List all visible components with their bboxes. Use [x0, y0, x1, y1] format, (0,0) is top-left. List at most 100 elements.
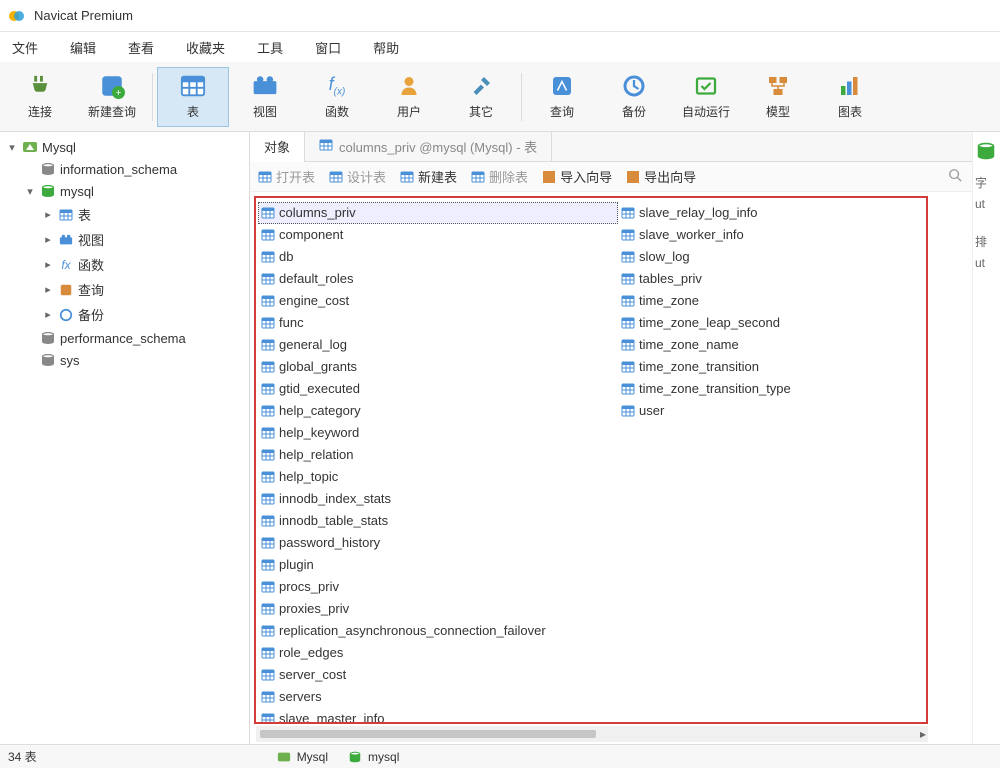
- menu-file[interactable]: 文件: [8, 34, 42, 61]
- twisty-right-icon[interactable]: ▸: [42, 258, 54, 271]
- tree-connection-mysql[interactable]: ▾ Mysql: [0, 136, 249, 158]
- query-button[interactable]: 查询: [526, 67, 598, 127]
- table-button[interactable]: 表: [157, 67, 229, 127]
- open-table-button[interactable]: 打开表: [258, 167, 315, 186]
- database-icon: [40, 330, 56, 346]
- design-table-button[interactable]: 设计表: [329, 167, 386, 186]
- table-item[interactable]: db: [258, 246, 618, 268]
- table-item[interactable]: help_topic: [258, 466, 618, 488]
- tree-item-backups[interactable]: ▸ 备份: [0, 302, 249, 327]
- table-icon: [319, 138, 333, 155]
- menu-tool[interactable]: 工具: [253, 34, 287, 61]
- twisty-right-icon[interactable]: ▸: [42, 283, 54, 296]
- function-label: 函数: [325, 103, 349, 120]
- table-item[interactable]: user: [618, 400, 928, 422]
- menu-favorite[interactable]: 收藏夹: [182, 34, 229, 61]
- table-item[interactable]: func: [258, 312, 618, 334]
- table-item[interactable]: servers: [258, 686, 618, 708]
- view-button[interactable]: 视图: [229, 67, 301, 127]
- tree-item-tables[interactable]: ▸ 表: [0, 202, 249, 227]
- table-item[interactable]: time_zone_name: [618, 334, 928, 356]
- table-item[interactable]: help_category: [258, 400, 618, 422]
- backup-icon: [621, 73, 647, 99]
- table-item[interactable]: engine_cost: [258, 290, 618, 312]
- table-item[interactable]: slave_worker_info: [618, 224, 928, 246]
- menu-view[interactable]: 查看: [124, 34, 158, 61]
- tree-db-performance-schema[interactable]: performance_schema: [0, 327, 249, 349]
- table-item[interactable]: component: [258, 224, 618, 246]
- table-item[interactable]: slow_log: [618, 246, 928, 268]
- twisty-right-icon[interactable]: ▸: [42, 233, 54, 246]
- backup-button[interactable]: 备份: [598, 67, 670, 127]
- table-item[interactable]: innodb_table_stats: [258, 510, 618, 532]
- table-item[interactable]: help_relation: [258, 444, 618, 466]
- table-item[interactable]: time_zone_leap_second: [618, 312, 928, 334]
- table-item[interactable]: help_keyword: [258, 422, 618, 444]
- export-wizard-button[interactable]: 导出向导: [626, 167, 696, 186]
- table-item[interactable]: general_log: [258, 334, 618, 356]
- tree-db-mysql[interactable]: ▾ mysql: [0, 180, 249, 202]
- table-item[interactable]: gtid_executed: [258, 378, 618, 400]
- table-item[interactable]: columns_priv: [258, 202, 618, 224]
- other-button[interactable]: 其它: [445, 67, 517, 127]
- model-button[interactable]: 模型: [742, 67, 814, 127]
- tree-item-queries[interactable]: ▸ 查询: [0, 277, 249, 302]
- tab-label: 对象: [264, 137, 290, 156]
- menu-window[interactable]: 窗口: [311, 34, 345, 61]
- table-item[interactable]: time_zone_transition: [618, 356, 928, 378]
- table-item[interactable]: innodb_index_stats: [258, 488, 618, 510]
- function-button[interactable]: f(x) 函数: [301, 67, 373, 127]
- new-table-button[interactable]: 新建表: [400, 167, 457, 186]
- chart-label: 图表: [838, 103, 862, 120]
- tab-objects[interactable]: 对象: [250, 132, 305, 162]
- autorun-button[interactable]: 自动运行: [670, 67, 742, 127]
- model-label: 模型: [766, 103, 790, 120]
- database-icon: [975, 140, 997, 168]
- horizontal-scrollbar[interactable]: ▸: [256, 726, 928, 742]
- table-item[interactable]: slave_master_info: [258, 708, 618, 724]
- query-icon: [549, 73, 575, 99]
- tree-item-label: 视图: [78, 230, 104, 249]
- info-value-1: ut: [975, 197, 985, 211]
- tree-item-label: 函数: [78, 255, 104, 274]
- workspace: ▾ Mysql information_schema ▾ mysql ▸ 表 ▸…: [0, 132, 1000, 744]
- table-list[interactable]: columns_privcomponentdbdefault_rolesengi…: [254, 196, 928, 724]
- twisty-right-icon[interactable]: ▸: [42, 208, 54, 221]
- tree-db-sys[interactable]: sys: [0, 349, 249, 371]
- tree-item-functions[interactable]: ▸ fx 函数: [0, 252, 249, 277]
- chart-button[interactable]: 图表: [814, 67, 886, 127]
- scroll-right-icon[interactable]: ▸: [920, 727, 926, 741]
- table-item[interactable]: slave_relay_log_info: [618, 202, 928, 224]
- table-item[interactable]: plugin: [258, 554, 618, 576]
- tree-db-information-schema[interactable]: information_schema: [0, 158, 249, 180]
- delete-table-button[interactable]: 删除表: [471, 167, 528, 186]
- table-icon: [180, 73, 206, 99]
- table-item[interactable]: server_cost: [258, 664, 618, 686]
- table-item[interactable]: tables_priv: [618, 268, 928, 290]
- table-item[interactable]: default_roles: [258, 268, 618, 290]
- table-item[interactable]: replication_asynchronous_connection_fail…: [258, 620, 618, 642]
- table-item[interactable]: time_zone: [618, 290, 928, 312]
- fx-icon: f(x): [324, 73, 350, 99]
- scrollbar-thumb[interactable]: [260, 730, 596, 738]
- tree-item-views[interactable]: ▸ 视图: [0, 227, 249, 252]
- twisty-right-icon[interactable]: ▸: [42, 308, 54, 321]
- table-item[interactable]: password_history: [258, 532, 618, 554]
- twisty-down-icon[interactable]: ▾: [6, 141, 18, 154]
- sidebar[interactable]: ▾ Mysql information_schema ▾ mysql ▸ 表 ▸…: [0, 132, 250, 744]
- tabs: 对象 columns_priv @mysql (Mysql) - 表: [250, 132, 972, 162]
- search-icon[interactable]: [948, 168, 962, 185]
- user-button[interactable]: 用户: [373, 67, 445, 127]
- import-wizard-button[interactable]: 导入向导: [542, 167, 612, 186]
- tab-columns-priv[interactable]: columns_priv @mysql (Mysql) - 表: [305, 132, 552, 162]
- table-item[interactable]: global_grants: [258, 356, 618, 378]
- table-item[interactable]: role_edges: [258, 642, 618, 664]
- table-item[interactable]: proxies_priv: [258, 598, 618, 620]
- table-item[interactable]: procs_priv: [258, 576, 618, 598]
- table-item[interactable]: time_zone_transition_type: [618, 378, 928, 400]
- connect-button[interactable]: 连接: [4, 67, 76, 127]
- new-query-button[interactable]: + 新建查询: [76, 67, 148, 127]
- menu-edit[interactable]: 编辑: [66, 34, 100, 61]
- menu-help[interactable]: 帮助: [369, 34, 403, 61]
- twisty-down-icon[interactable]: ▾: [24, 185, 36, 198]
